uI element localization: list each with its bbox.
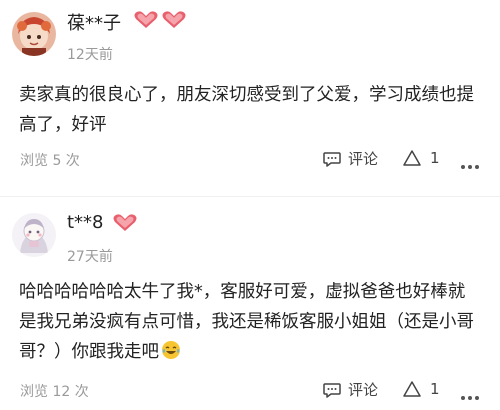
like-count: 1	[430, 380, 440, 398]
user-name[interactable]: 葆**子	[67, 9, 121, 35]
like-button[interactable]: 1	[402, 379, 440, 399]
review-footer: 浏览 5 次 评论 1	[0, 148, 500, 172]
comment-button[interactable]: 评论	[322, 148, 378, 169]
view-count: 浏览 5 次	[20, 153, 80, 169]
thumb-up-icon	[403, 381, 421, 397]
heart-badge-icon	[134, 11, 158, 28]
user-avatar[interactable]	[12, 213, 56, 257]
comment-label: 评论	[348, 150, 379, 168]
review-text-container: 哈哈哈哈哈哈太牛了我*，客服好可爱，虚拟爸爸也好棒就是我兄弟没疯有点可惜，我还是…	[19, 277, 481, 367]
comment-icon	[323, 151, 341, 167]
user-avatar[interactable]	[12, 12, 56, 56]
review-text: 卖家真的很良心了，朋友深切感受到了父爱，学习成绩也提高了，好评	[19, 85, 474, 135]
review-footer: 浏览 12 次 评论 1	[0, 379, 500, 403]
user-name[interactable]: t**8	[67, 212, 104, 233]
member-badges	[112, 213, 138, 233]
review-text: 哈哈哈哈哈哈太牛了我*，客服好可爱，虚拟爸爸也好棒就是我兄弟没疯有点可惜，我还是…	[19, 282, 474, 362]
heart-badge-icon	[162, 11, 186, 28]
view-count: 浏览 12 次	[20, 384, 89, 400]
divider	[0, 196, 500, 197]
thumb-up-icon	[403, 150, 421, 166]
member-badges	[133, 10, 187, 30]
more-button[interactable]	[460, 155, 480, 174]
heart-badge-icon	[113, 214, 137, 231]
more-dots-icon	[461, 165, 479, 169]
like-button[interactable]: 1	[402, 148, 440, 168]
laughing-tears-emoji	[162, 341, 180, 359]
like-count: 1	[430, 149, 440, 167]
review-time: 12天前	[67, 47, 113, 63]
comment-icon	[323, 382, 341, 398]
more-button[interactable]	[460, 386, 480, 405]
comment-button[interactable]: 评论	[322, 379, 378, 400]
more-dots-icon	[461, 396, 479, 400]
comment-label: 评论	[348, 381, 379, 399]
review-time: 27天前	[67, 249, 113, 265]
